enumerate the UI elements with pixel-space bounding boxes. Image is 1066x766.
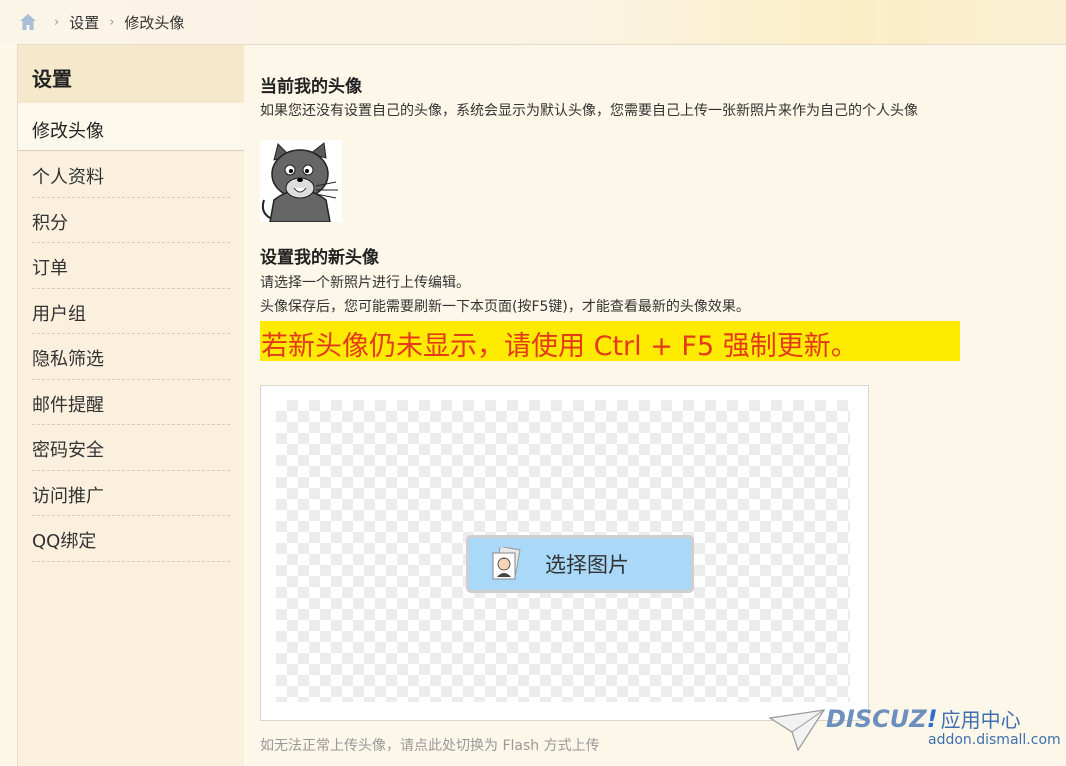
select-image-button[interactable]: 选择图片 <box>466 535 694 593</box>
sidebar: 设置 修改头像 个人资料 积分 订单 用户组 隐私筛选 邮件提醒 密码安全 访问… <box>18 45 244 766</box>
sidebar-title: 设置 <box>18 45 244 103</box>
settings-panel: 设置 修改头像 个人资料 积分 订单 用户组 隐私筛选 邮件提醒 密码安全 访问… <box>17 44 1066 766</box>
sidebar-item-qq[interactable]: QQ绑定 <box>32 516 230 562</box>
sidebar-item-privacy[interactable]: 隐私筛选 <box>32 334 230 380</box>
sidebar-item-avatar[interactable]: 修改头像 <box>18 103 244 151</box>
sidebar-list: 个人资料 积分 订单 用户组 隐私筛选 邮件提醒 密码安全 访问推广 QQ绑定 <box>32 152 230 562</box>
new-avatar-refresh-note: 头像保存后，您可能需要刷新一下本页面(按F5键)，才能查看最新的头像效果。 <box>260 299 750 315</box>
watermark: DISCUZ! 应用中心 addon.dismall.com <box>768 700 1061 760</box>
sidebar-item-profile[interactable]: 个人资料 <box>32 152 230 198</box>
image-canvas[interactable]: 选择图片 <box>276 400 850 702</box>
breadcrumb-settings[interactable]: 设置 <box>69 12 99 33</box>
flash-upload-link[interactable]: 如无法正常上传头像，请点此处切换为 Flash 方式上传 <box>260 735 600 755</box>
paper-plane-icon <box>768 709 826 752</box>
breadcrumb-separator: › <box>109 14 115 30</box>
avatar <box>260 140 342 222</box>
current-avatar-heading: 当前我的头像 <box>260 77 362 97</box>
sidebar-item-orders[interactable]: 订单 <box>32 243 230 289</box>
new-avatar-heading: 设置我的新头像 <box>260 248 379 268</box>
sidebar-item-password[interactable]: 密码安全 <box>32 425 230 471</box>
watermark-url: addon.dismall.com <box>928 732 1061 748</box>
home-icon[interactable] <box>18 12 38 32</box>
avatar-uploader: 选择图片 <box>260 385 869 721</box>
breadcrumb: › 设置 › 修改头像 <box>18 10 184 34</box>
select-image-label: 选择图片 <box>545 553 629 577</box>
force-refresh-warning: 若新头像仍未显示，请使用 Ctrl + F5 强制更新。 <box>260 321 960 362</box>
top-bar: › 设置 › 修改头像 <box>0 0 1066 44</box>
sidebar-item-promotion[interactable]: 访问推广 <box>32 471 230 516</box>
watermark-brand: DISCUZ! 应用中心 <box>826 705 1021 733</box>
new-avatar-instruction: 请选择一个新照片进行上传编辑。 <box>260 275 470 291</box>
current-avatar-desc: 如果您还没有设置自己的头像，系统会显示为默认头像，您需要自己上传一张新照片来作为… <box>260 103 918 119</box>
sidebar-item-usergroup[interactable]: 用户组 <box>32 289 230 334</box>
sidebar-item-credits[interactable]: 积分 <box>32 198 230 243</box>
breadcrumb-current[interactable]: 修改头像 <box>124 12 184 33</box>
breadcrumb-separator: › <box>54 14 60 30</box>
photo-icon <box>492 547 521 580</box>
sidebar-item-email[interactable]: 邮件提醒 <box>32 380 230 425</box>
